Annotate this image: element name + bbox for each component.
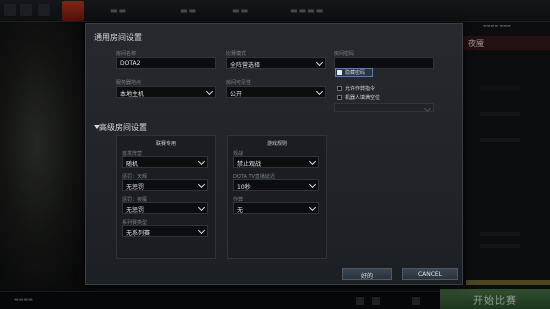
starting-team-select[interactable]: 随机 [122,156,208,168]
league-settings-panel: 联赛专用 首发阵营 随机 惩罚：天辉 无惩罚 惩罚：夜魇 无惩罚 系列赛类型 无… [116,135,216,259]
hide-password-label: 隐藏密码 [345,70,366,76]
bot-difficulty-select[interactable] [334,103,434,113]
league-panel-title: 联赛专用 [155,141,176,147]
cheats-select[interactable]: 无 [233,202,319,214]
bot-fill-checkbox[interactable] [337,95,342,100]
game-mode-value: 全阵营选择 [230,62,261,69]
room-name-label: 房间名称 [116,51,137,57]
advanced-section-title[interactable]: 高级房间设置 [99,122,147,133]
series-type-select[interactable]: 无系列赛 [122,225,208,237]
select-value: 10秒 [237,184,251,191]
chevron-down-icon [423,104,432,113]
chevron-down-icon [205,87,214,96]
server-select[interactable]: 本地主机 [116,86,216,98]
game-rules-panel: 游戏规则 观战 禁止观战 DOTA TV直播延迟 10秒 作弊 无 [227,135,327,259]
chevron-down-icon [308,203,317,212]
visibility-select[interactable]: 公开 [226,86,326,98]
dialog-title: 通用房间设置 [94,33,142,42]
ok-button[interactable]: 好的 [342,268,392,280]
select-value: 无 [237,207,244,214]
chevron-down-icon [197,157,206,166]
select-value: 无惩罚 [126,207,145,214]
chevron-down-icon [197,180,206,189]
allow-cheats-checkbox[interactable] [337,86,342,91]
chevron-down-icon [308,157,317,166]
server-value: 本地主机 [120,91,145,98]
chevron-down-icon [315,58,324,67]
password-label: 房间密码 [334,51,355,57]
game-mode-label: 比赛模式 [226,51,247,57]
game-mode-select[interactable]: 全阵营选择 [226,57,326,69]
visibility-label: 房间可见性 [226,80,252,86]
visibility-value: 公开 [230,91,243,98]
select-value: 无系列赛 [126,230,151,237]
chevron-down-icon [197,203,206,212]
select-value: 禁止观战 [237,161,262,168]
select-value: 无惩罚 [126,184,145,191]
tv-delay-select[interactable]: 10秒 [233,179,319,191]
rules-panel-title: 游戏规则 [266,141,287,147]
hide-password-checkbox[interactable] [337,70,342,75]
room-name-input[interactable]: DOTA2 [116,57,216,69]
spectator-select[interactable]: 禁止观战 [233,156,319,168]
select-value: 随机 [126,161,139,168]
allow-cheats-label: 允许作弊指令 [345,86,376,92]
penalty-dire-select[interactable]: 无惩罚 [122,202,208,214]
chevron-down-icon [308,180,317,189]
penalty-radiant-select[interactable]: 无惩罚 [122,179,208,191]
cancel-button[interactable]: CANCEL [402,268,458,280]
bot-fill-label: 机器人填满空位 [345,95,381,101]
chevron-down-icon [315,87,324,96]
lobby-settings-dialog: 通用房间设置 房间名称 DOTA2 比赛模式 全阵营选择 房间密码 隐藏密码 服… [85,23,463,285]
server-label: 服务器地点 [116,80,142,86]
chevron-down-icon [197,226,206,235]
